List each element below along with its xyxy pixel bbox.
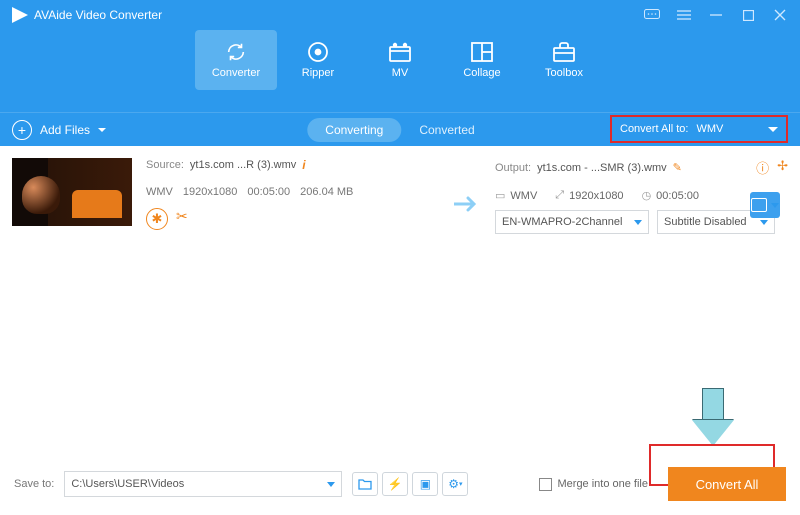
tab-collage[interactable]: Collage (441, 30, 523, 90)
tab-mv[interactable]: MV (359, 30, 441, 90)
chevron-down-icon (327, 482, 335, 487)
converting-tab[interactable]: Converting (307, 118, 401, 142)
compress-icon[interactable]: ✢ (777, 158, 788, 177)
source-label: Source: (146, 159, 184, 171)
app-title: AVAide Video Converter (12, 7, 162, 23)
speed-button[interactable]: ⚡ (382, 472, 408, 496)
file-row: Source: yt1s.com ...R (3).wmv i WMV 1920… (12, 158, 788, 234)
chevron-down-icon (98, 128, 106, 132)
convert-all-to-value: WMV (696, 123, 760, 135)
chevron-down-icon (760, 220, 768, 225)
save-to-label: Save to: (14, 478, 54, 490)
arrow-right-icon (453, 194, 481, 214)
convert-all-to-select[interactable]: Convert All to: WMV (610, 115, 788, 143)
minimize-icon[interactable] (708, 7, 724, 23)
plus-icon: + (12, 120, 32, 140)
out-resolution: 1920x1080 (569, 190, 623, 202)
gpu-button[interactable]: ▣ (412, 472, 438, 496)
converted-tab[interactable]: Converted (401, 118, 492, 142)
open-folder-button[interactable] (352, 472, 378, 496)
effects-button[interactable]: ✱ (146, 208, 168, 230)
chat-icon[interactable] (644, 7, 660, 23)
clock-icon: ◷ (642, 189, 652, 202)
file-size: 206.04 MB (300, 186, 353, 198)
file-duration: 00:05:00 (247, 186, 290, 198)
converter-icon (225, 41, 247, 63)
titlebar: AVAide Video Converter (0, 0, 800, 30)
profile-icon (751, 198, 767, 212)
ripper-icon (307, 41, 329, 63)
menu-icon[interactable] (676, 7, 692, 23)
edit-icon[interactable]: ✎ (673, 161, 682, 174)
tab-ripper[interactable]: Ripper (277, 30, 359, 90)
save-path-select[interactable]: C:\Users\USER\Videos (64, 471, 342, 497)
output-info-icon[interactable]: ⓘ (756, 158, 769, 177)
tab-label: Toolbox (545, 67, 583, 79)
save-path-value: C:\Users\USER\Videos (71, 478, 321, 490)
chevron-down-icon (771, 203, 779, 208)
tab-label: Ripper (302, 67, 334, 79)
audio-value: EN-WMAPRO-2Channel (502, 216, 628, 228)
tab-toolbox[interactable]: Toolbox (523, 30, 605, 90)
collage-icon (471, 41, 493, 63)
add-files-label: Add Files (40, 123, 90, 137)
mv-icon (389, 41, 411, 63)
convert-all-button[interactable]: Convert All (668, 467, 786, 501)
output-name: yt1s.com - ...SMR (3).wmv (537, 162, 667, 174)
settings-button[interactable]: ⚙▾ (442, 472, 468, 496)
app-title-text: AVAide Video Converter (34, 8, 162, 22)
chevron-down-icon (634, 220, 642, 225)
out-format: WMV (510, 190, 537, 202)
maximize-icon[interactable] (740, 7, 756, 23)
add-files-button[interactable]: + Add Files (12, 120, 106, 140)
checkbox-icon (539, 478, 552, 491)
file-format: WMV (146, 186, 173, 198)
close-icon[interactable] (772, 7, 788, 23)
tab-converter[interactable]: Converter (195, 30, 277, 90)
annotation-arrow (692, 388, 734, 446)
out-duration: 00:05:00 (656, 190, 699, 202)
logo-icon (12, 7, 28, 23)
format-icon: ▭ (495, 189, 505, 202)
subtitle-value: Subtitle Disabled (664, 216, 754, 228)
audio-select[interactable]: EN-WMAPRO-2Channel (495, 210, 649, 234)
info-icon[interactable]: i (302, 158, 305, 172)
merge-label: Merge into one file (558, 478, 649, 490)
file-resolution: 1920x1080 (183, 186, 237, 198)
chevron-down-icon (768, 127, 778, 132)
source-name: yt1s.com ...R (3).wmv (190, 159, 296, 171)
video-thumbnail[interactable] (12, 158, 132, 226)
trim-button[interactable]: ✂ (176, 208, 188, 230)
convert-all-to-label: Convert All to: (620, 123, 688, 135)
convert-all-label: Convert All (696, 477, 759, 492)
toolbox-icon (553, 41, 575, 63)
merge-checkbox[interactable]: Merge into one file (539, 478, 649, 491)
tab-label: Collage (463, 67, 500, 79)
resolution-icon: ⤢ (555, 189, 564, 202)
tab-label: Converter (212, 67, 260, 79)
tab-label: MV (392, 67, 409, 79)
profile-button[interactable] (750, 192, 780, 218)
output-label: Output: (495, 162, 531, 174)
